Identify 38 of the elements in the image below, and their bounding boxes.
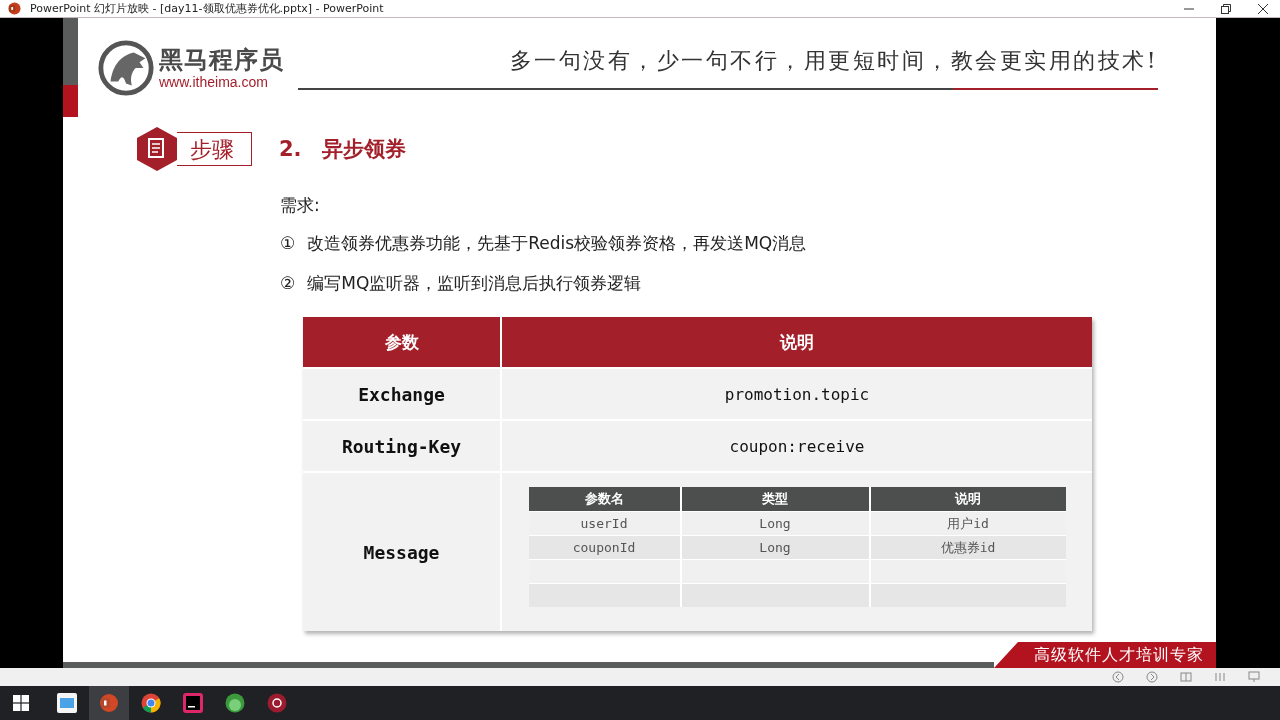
windows-start-icon[interactable]	[13, 695, 29, 711]
requirement-text: 编写MQ监听器，监听到消息后执行领券逻辑	[307, 272, 642, 295]
app-icon[interactable]	[225, 693, 245, 713]
slide-sorter-icon[interactable]	[1180, 671, 1192, 683]
intellij-icon[interactable]	[183, 693, 203, 713]
table-cell: Message	[303, 473, 502, 631]
app-icon[interactable]	[267, 693, 287, 713]
heading-number: 2.	[279, 137, 302, 161]
restore-icon[interactable]	[1221, 3, 1231, 14]
column-header: 说明	[778, 330, 815, 354]
logo-url: www.itheima.com	[159, 74, 269, 90]
requirement-text: 改造领券优惠券功能，先基于Redis校验领券资格，再发送MQ消息	[307, 232, 807, 255]
window-title: PowerPoint 幻灯片放映 - [day11-领取优惠券优化.pptx] - PowerPoint	[30, 1, 384, 16]
close-icon[interactable]	[1258, 3, 1268, 14]
slogan: 多一句没有，少一句不行，用更短时间，教会更实用的技术!	[509, 47, 1158, 75]
document-icon	[137, 127, 177, 171]
table-cell: 用户id	[870, 511, 1066, 535]
table-cell: 优惠券id	[870, 535, 1066, 559]
table-cell: Exchange	[303, 369, 502, 419]
requirement-label: 需求:	[280, 194, 321, 217]
table-cell-text: promotion.topic	[723, 383, 871, 406]
list-marker: ①	[280, 232, 296, 255]
file-explorer-icon[interactable]	[57, 693, 77, 713]
slide-heading: 异步领券	[321, 136, 406, 163]
table-cell-text: coupon:receive	[728, 435, 866, 458]
column-header: 参数	[303, 317, 502, 367]
list-marker: ②	[280, 272, 296, 295]
table-cell: Routing-Key	[303, 421, 502, 471]
column-header: 说明	[953, 490, 982, 508]
presenter-icon[interactable]	[1248, 671, 1260, 683]
next-icon[interactable]	[1146, 671, 1158, 683]
previous-icon[interactable]	[1112, 671, 1124, 683]
chrome-icon[interactable]	[141, 693, 161, 713]
powerpoint-icon[interactable]	[99, 693, 119, 713]
step-label: 步骤	[177, 132, 252, 166]
footer-banner: 高级软件人才培训专家	[994, 642, 1216, 668]
horse-logo-icon	[97, 39, 155, 97]
logo-name: 黑马程序员	[159, 46, 284, 74]
